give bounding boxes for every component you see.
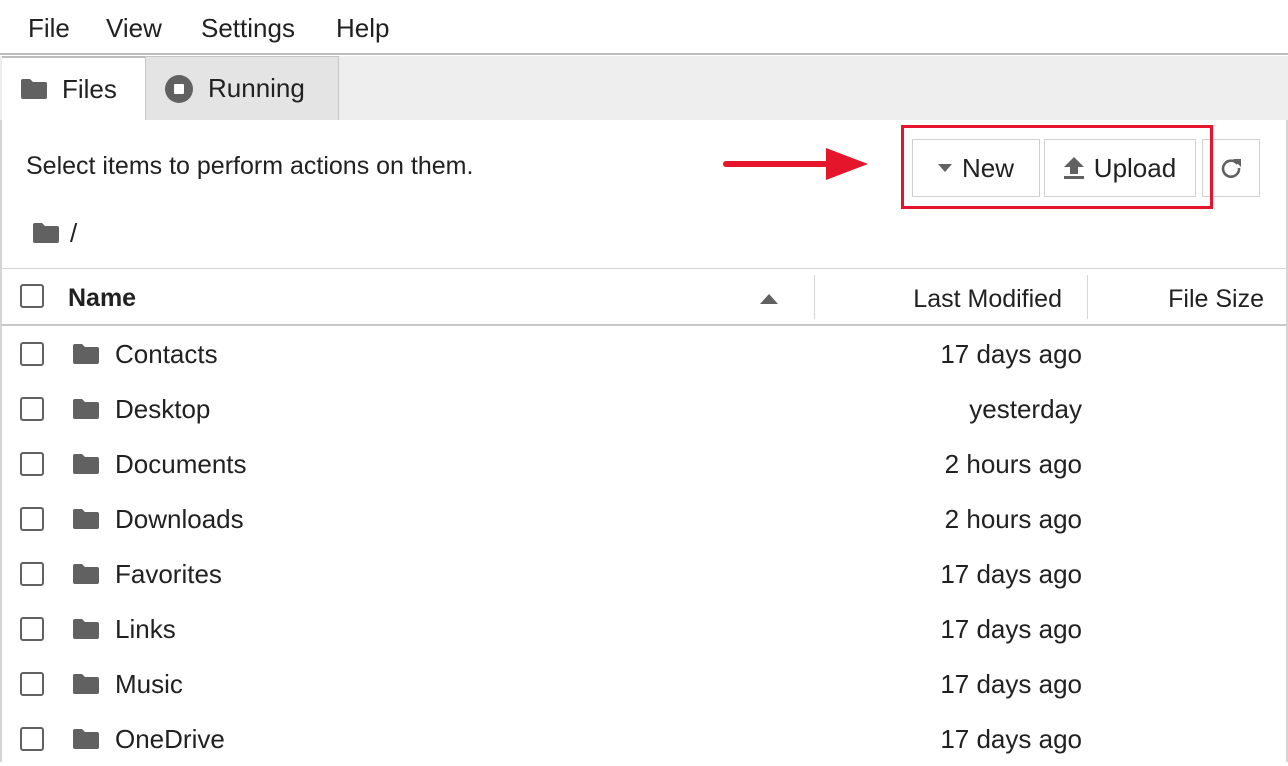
select-all-checkbox[interactable]	[20, 284, 44, 308]
item-name[interactable]: Documents	[115, 449, 247, 480]
folder-icon	[72, 673, 100, 700]
item-name[interactable]: Favorites	[115, 559, 222, 590]
refresh-icon	[1219, 156, 1243, 180]
row-checkbox[interactable]	[20, 452, 44, 476]
item-last-modified: 17 days ago	[940, 339, 1082, 369]
menu-file[interactable]: File	[28, 13, 70, 44]
list-item[interactable]: Documents 2 hours ago	[2, 436, 1286, 491]
list-item[interactable]: OneDrive 17 days ago	[2, 711, 1286, 766]
folder-icon	[72, 618, 100, 645]
folder-icon	[72, 343, 100, 370]
item-last-modified: yesterday	[969, 394, 1082, 424]
row-checkbox[interactable]	[20, 507, 44, 531]
item-last-modified: 17 days ago	[940, 614, 1082, 644]
item-name[interactable]: Music	[115, 669, 183, 700]
row-checkbox[interactable]	[20, 672, 44, 696]
stop-circle-icon	[164, 74, 194, 104]
menu-settings[interactable]: Settings	[201, 13, 295, 44]
menu-help[interactable]: Help	[336, 13, 389, 44]
item-last-modified: 17 days ago	[940, 559, 1082, 589]
toolbar-info-text: Select items to perform actions on them.	[26, 152, 474, 180]
tab-bar: Files Running	[0, 56, 1288, 120]
row-checkbox[interactable]	[20, 617, 44, 641]
row-checkbox[interactable]	[20, 397, 44, 421]
tab-files-label: Files	[62, 73, 117, 104]
folder-icon	[20, 78, 48, 100]
list-item[interactable]: Links 17 days ago	[2, 601, 1286, 656]
column-header-name[interactable]: Name	[68, 284, 136, 313]
item-name[interactable]: Links	[115, 614, 176, 645]
sort-ascending-icon[interactable]	[760, 291, 778, 309]
annotation-highlight-box	[901, 125, 1213, 209]
folder-icon	[72, 508, 100, 535]
list-item[interactable]: Favorites 17 days ago	[2, 546, 1286, 601]
folder-icon[interactable]	[32, 222, 60, 244]
list-item[interactable]: Desktop yesterday	[2, 381, 1286, 436]
row-checkbox[interactable]	[20, 562, 44, 586]
menu-bar: File View Settings Help	[0, 0, 1288, 55]
list-header: Name Last Modified File Size	[2, 268, 1286, 326]
folder-icon	[72, 728, 100, 755]
folder-icon	[72, 453, 100, 480]
list-item[interactable]: Music 17 days ago	[2, 656, 1286, 711]
list-item[interactable]: Downloads 2 hours ago	[2, 491, 1286, 546]
menu-view[interactable]: View	[106, 13, 162, 44]
breadcrumb: /	[32, 218, 77, 248]
item-name[interactable]: Downloads	[115, 504, 244, 535]
item-name[interactable]: Contacts	[115, 339, 218, 370]
item-last-modified: 17 days ago	[940, 724, 1082, 754]
column-header-file-size[interactable]: File Size	[1168, 285, 1264, 314]
item-name[interactable]: Desktop	[115, 394, 210, 425]
annotation-arrow	[723, 148, 868, 180]
column-divider[interactable]	[814, 275, 815, 319]
tab-running[interactable]: Running	[145, 56, 339, 120]
column-divider[interactable]	[1087, 275, 1088, 319]
row-checkbox[interactable]	[20, 727, 44, 751]
item-name[interactable]: OneDrive	[115, 724, 225, 755]
column-header-last-modified[interactable]: Last Modified	[913, 285, 1062, 314]
item-last-modified: 2 hours ago	[944, 449, 1082, 479]
row-checkbox[interactable]	[20, 342, 44, 366]
breadcrumb-path[interactable]: /	[70, 218, 77, 249]
folder-icon	[72, 398, 100, 425]
item-last-modified: 17 days ago	[940, 669, 1082, 699]
tab-running-label: Running	[208, 73, 305, 103]
folder-icon	[72, 563, 100, 590]
item-last-modified: 2 hours ago	[944, 504, 1082, 534]
list-item[interactable]: Contacts 17 days ago	[2, 326, 1286, 381]
tab-files[interactable]: Files	[2, 56, 145, 120]
